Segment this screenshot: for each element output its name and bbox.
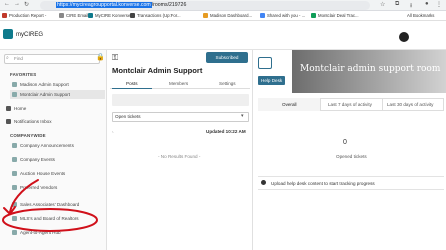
- updated-timestamp: Updated 10:22 AM: [206, 129, 246, 134]
- room-icon: [12, 157, 17, 162]
- room-lock-icon: ⚿: [112, 53, 119, 62]
- menu-icon[interactable]: ⋮: [436, 1, 442, 8]
- url-text[interactable]: https://mycireagroupportal.konverse.com/…: [56, 2, 186, 8]
- opened-label: Opened tickets: [336, 154, 367, 159]
- bookmarks-bar: Production Report - CIRE Email MyCIRE Ko…: [0, 11, 446, 21]
- banner-title: Montclair admin support room: [300, 64, 441, 74]
- app-header: myCIREG ⌂ ▾ ☰: [0, 21, 446, 61]
- sidebar-item-montclair-admin[interactable]: Montclair Admin Support: [10, 90, 105, 99]
- tab-divider: [320, 98, 321, 111]
- bookmark-item[interactable]: Montclair Deal Trac...: [311, 13, 359, 18]
- bookmark-item[interactable]: CIRE Email: [59, 13, 88, 18]
- bell-icon: [6, 119, 11, 124]
- url-path: /rooms/219726: [151, 2, 187, 8]
- room-icon: [12, 143, 17, 148]
- bookmark-item[interactable]: Shared with you - ...: [260, 13, 305, 18]
- subscribed-button[interactable]: Subscribed: [206, 52, 248, 63]
- tab-settings[interactable]: Settings: [219, 81, 236, 86]
- room-icon: [12, 92, 17, 97]
- app-name: myCIREG: [16, 32, 43, 38]
- sidebar-item-company-announcements[interactable]: Company Announcements: [10, 141, 105, 150]
- back-icon[interactable]: ←: [4, 1, 10, 7]
- lock-icon: 🔒: [96, 54, 105, 61]
- all-bookmarks[interactable]: All Bookmarks: [407, 13, 434, 18]
- info-icon: [261, 180, 266, 185]
- browser-toolbar: ← → ↻ https://mycireagroupportal.konvers…: [0, 0, 446, 11]
- room-icon: [12, 82, 17, 87]
- chevron-down-icon: ▾: [241, 113, 244, 119]
- search-icon: ⌕: [6, 55, 9, 61]
- active-tab-indicator: [112, 88, 152, 89]
- opened-count: 0: [343, 139, 347, 146]
- favorites-heading: FAVORITES: [10, 72, 37, 77]
- reload-icon[interactable]: ↻: [24, 1, 29, 8]
- tab-overall[interactable]: Overall: [282, 102, 297, 107]
- sidebar-item-madison-admin[interactable]: Madison Admin Support: [10, 80, 105, 89]
- post-composer[interactable]: [112, 94, 249, 106]
- tab-divider: [382, 98, 383, 111]
- tab-last-7-days[interactable]: Last 7 days of activity: [328, 102, 372, 107]
- sidebar-item-home[interactable]: Home: [4, 104, 99, 113]
- bookmark-item[interactable]: Madison Dashboard...: [203, 13, 252, 18]
- sidebar-item-company-events[interactable]: Company Events: [10, 155, 105, 164]
- ticket-filter-value: Open tickets: [115, 114, 141, 119]
- bookmark-item[interactable]: MyCIRE Konverse: [88, 13, 130, 18]
- forward-icon[interactable]: →: [14, 1, 20, 7]
- no-results-message: - No Results Found -: [158, 154, 201, 159]
- bookmark-item[interactable]: Transactions (Up:For...: [130, 13, 181, 18]
- tab-last-30-days[interactable]: Last 30 days of activity: [387, 102, 433, 107]
- star-icon[interactable]: ☆: [380, 1, 385, 8]
- sidebar-item-inbox[interactable]: Notifications Inbox: [4, 117, 99, 126]
- find-placeholder: Find: [14, 56, 23, 61]
- url-selected: https://mycireagroupportal.konverse.com: [56, 2, 152, 8]
- app-logo[interactable]: [3, 29, 13, 39]
- annotation-arrow: [2, 179, 98, 232]
- companywide-heading: COMPANYWIDE: [10, 133, 46, 138]
- resize-handle-icon[interactable]: ⌞: [112, 128, 114, 133]
- user-avatar[interactable]: [399, 32, 409, 42]
- bookmark-item[interactable]: Production Report -: [2, 13, 46, 18]
- tab-members[interactable]: Members: [169, 81, 188, 86]
- helpdesk-icon: [258, 57, 272, 69]
- room-title: Montclair Admin Support: [112, 66, 203, 75]
- extensions-icon[interactable]: ⧉: [395, 1, 399, 8]
- download-icon[interactable]: ⭳: [410, 1, 412, 11]
- home-icon: [6, 106, 11, 111]
- helpdesk-label[interactable]: Help Desk: [258, 76, 286, 85]
- profile-icon[interactable]: ●: [425, 1, 429, 7]
- tab-posts[interactable]: Posts: [126, 81, 138, 86]
- upload-message: Upload help desk content to start tracki…: [271, 181, 375, 186]
